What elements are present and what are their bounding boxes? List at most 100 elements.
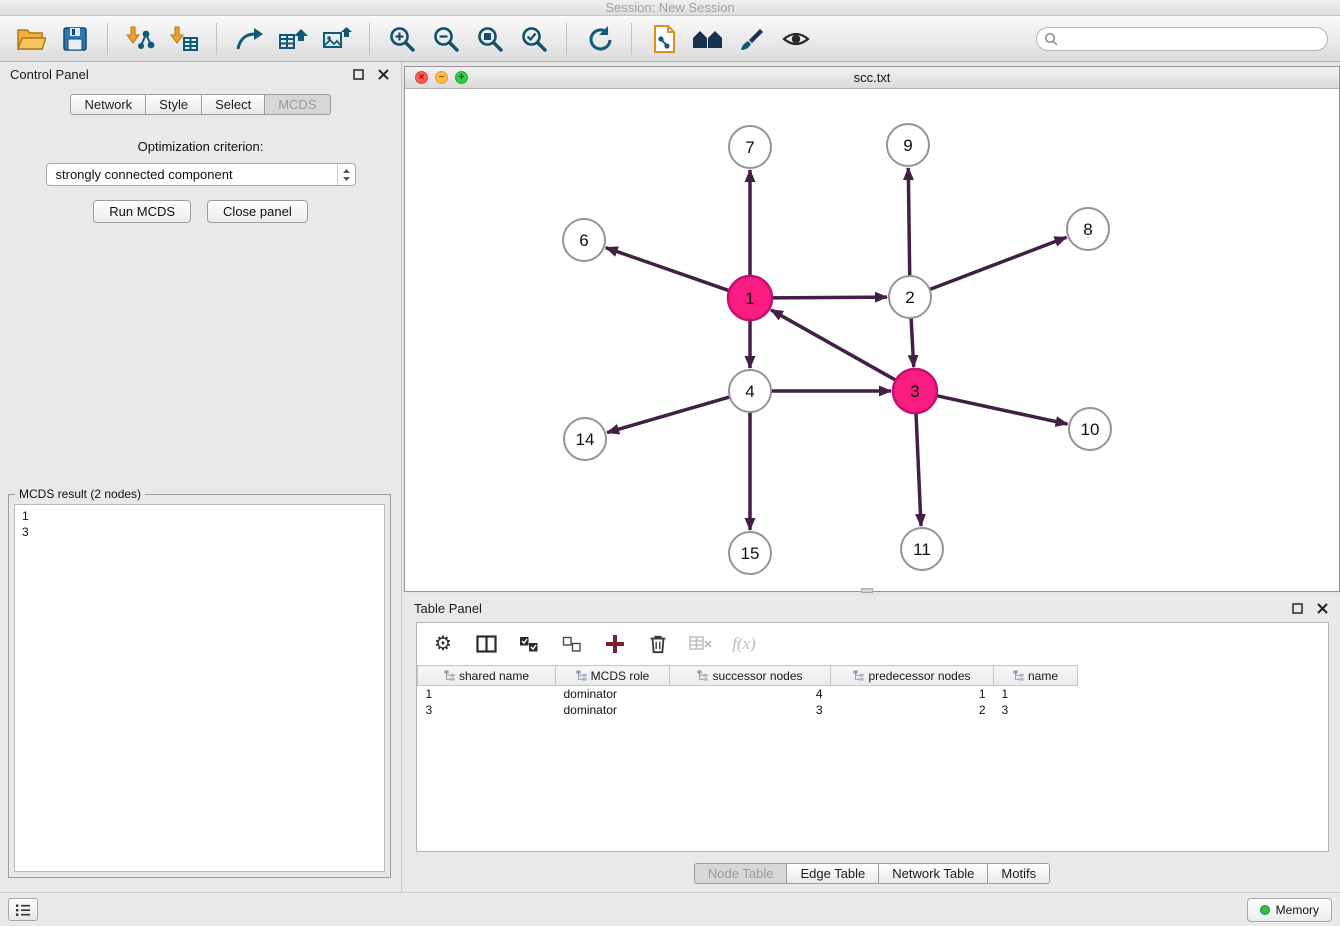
node-table-body: 1dominator4113dominator323 [418,686,1078,718]
control-panel-tabs: NetworkStyleSelectMCDS [0,94,401,115]
zoom-in-icon [388,25,416,53]
search-input[interactable] [1036,27,1328,51]
sort-icon [1013,670,1024,681]
table-panel-close-button[interactable] [1315,601,1330,616]
table-panel-float-button[interactable] [1290,601,1305,616]
toolbar-separator [631,23,632,55]
export-table-button[interactable] [274,20,312,58]
column-header-name[interactable]: name [994,666,1078,686]
close-panel-button[interactable]: Close panel [207,200,308,223]
window-resize-handle[interactable] [861,588,873,593]
tab-network-table[interactable]: Network Table [878,863,987,884]
show-columns-button[interactable] [474,629,498,659]
tab-motifs[interactable]: Motifs [987,863,1050,884]
zoom-selected-button[interactable] [515,20,553,58]
search-box[interactable] [1036,27,1328,51]
graph-edge-3-10[interactable] [937,396,1068,424]
graph-edge-2-9[interactable] [908,168,909,276]
tab-edge-table[interactable]: Edge Table [786,863,878,884]
run-mcds-button[interactable]: Run MCDS [93,200,191,223]
app-titlebar: Session: New Session [0,0,1340,16]
style-brush-button[interactable] [733,20,771,58]
table-settings-button[interactable]: ⚙ [431,629,455,659]
status-bar: Memory [0,892,1340,926]
table-row[interactable]: 1dominator411 [418,686,1078,702]
tab-style[interactable]: Style [145,94,201,115]
columns-icon [476,635,497,653]
tab-node-table[interactable]: Node Table [694,863,787,884]
graph-edge-1-2[interactable] [772,297,887,298]
main-toolbar [0,16,1340,62]
zoom-out-button[interactable] [427,20,465,58]
window-zoom-button[interactable]: + [455,71,468,84]
network-graph[interactable]: 7968124314101511 [405,89,1339,591]
table-row[interactable]: 3dominator323 [418,702,1078,718]
toolbar-separator [566,23,567,55]
window-minimize-button[interactable]: − [435,71,448,84]
graph-node-label: 2 [905,288,914,307]
style-brush-icon [738,25,766,53]
import-network-button[interactable] [121,20,159,58]
refresh-button[interactable] [580,20,618,58]
graph-edge-1-6[interactable] [606,248,730,291]
export-image-icon [322,25,352,53]
delete-column-button[interactable] [646,629,670,659]
table-cell: 1 [418,686,556,702]
column-label: predecessor nodes [868,669,970,683]
memory-button[interactable]: Memory [1247,898,1332,922]
control-panel-float-button[interactable] [351,67,366,82]
zoom-in-button[interactable] [383,20,421,58]
dropdown-stepper-icon [337,164,355,185]
first-neighbors-button[interactable] [689,20,727,58]
zoom-fit-button[interactable] [471,20,509,58]
column-label: shared name [459,669,529,683]
open-folder-icon [16,26,46,52]
mcds-result-list[interactable]: 1 3 [14,504,385,872]
graph-node-label: 3 [910,382,919,401]
column-header-successor-nodes[interactable]: successor nodes [670,666,831,686]
window-close-button[interactable]: × [415,71,428,84]
graph-edge-4-14[interactable] [607,397,730,433]
refresh-icon [585,25,613,53]
delete-table-button[interactable] [689,629,713,659]
column-header-shared-name[interactable]: shared name [418,666,556,686]
export-table-icon [278,25,308,53]
save-session-button[interactable] [56,20,94,58]
control-panel-title: Control Panel [10,67,89,82]
task-history-button[interactable] [8,898,38,921]
select-all-button[interactable] [517,629,541,659]
tab-select[interactable]: Select [201,94,264,115]
tab-mcds[interactable]: MCDS [264,94,330,115]
optimization-select-value: strongly connected component [56,167,233,182]
toolbar-separator [369,23,370,55]
export-network-button[interactable] [230,20,268,58]
control-panel-close-button[interactable] [376,67,391,82]
graph-edge-2-3[interactable] [911,318,914,367]
add-column-button[interactable] [603,629,627,659]
show-hide-button[interactable] [777,20,815,58]
float-icon [353,69,364,80]
column-header-MCDS-role[interactable]: MCDS role [556,666,670,686]
tab-network[interactable]: Network [70,94,145,115]
network-window-title: scc.txt [854,70,891,85]
graph-edge-2-8[interactable] [930,237,1067,289]
network-document-button[interactable] [645,20,683,58]
open-file-button[interactable] [12,20,50,58]
table-cell: dominator [556,702,670,718]
import-table-button[interactable] [165,20,203,58]
graph-edge-3-11[interactable] [916,413,921,526]
graph-node-label: 9 [903,136,912,155]
graph-node-label: 11 [913,540,931,559]
optimization-select[interactable]: strongly connected component [46,163,356,186]
toolbar-separator [216,23,217,55]
deselect-all-button[interactable] [560,629,584,659]
graph-node-label: 10 [1081,420,1100,439]
function-builder-button[interactable]: f(x) [732,629,756,659]
graph-edge-3-1[interactable] [771,310,896,380]
export-image-button[interactable] [318,20,356,58]
table-cell: 3 [418,702,556,718]
optimization-label: Optimization criterion: [0,139,401,154]
table-cell: 4 [670,686,831,702]
column-header-predecessor-nodes[interactable]: predecessor nodes [831,666,994,686]
mcds-result-title: MCDS result (2 nodes) [15,487,145,501]
